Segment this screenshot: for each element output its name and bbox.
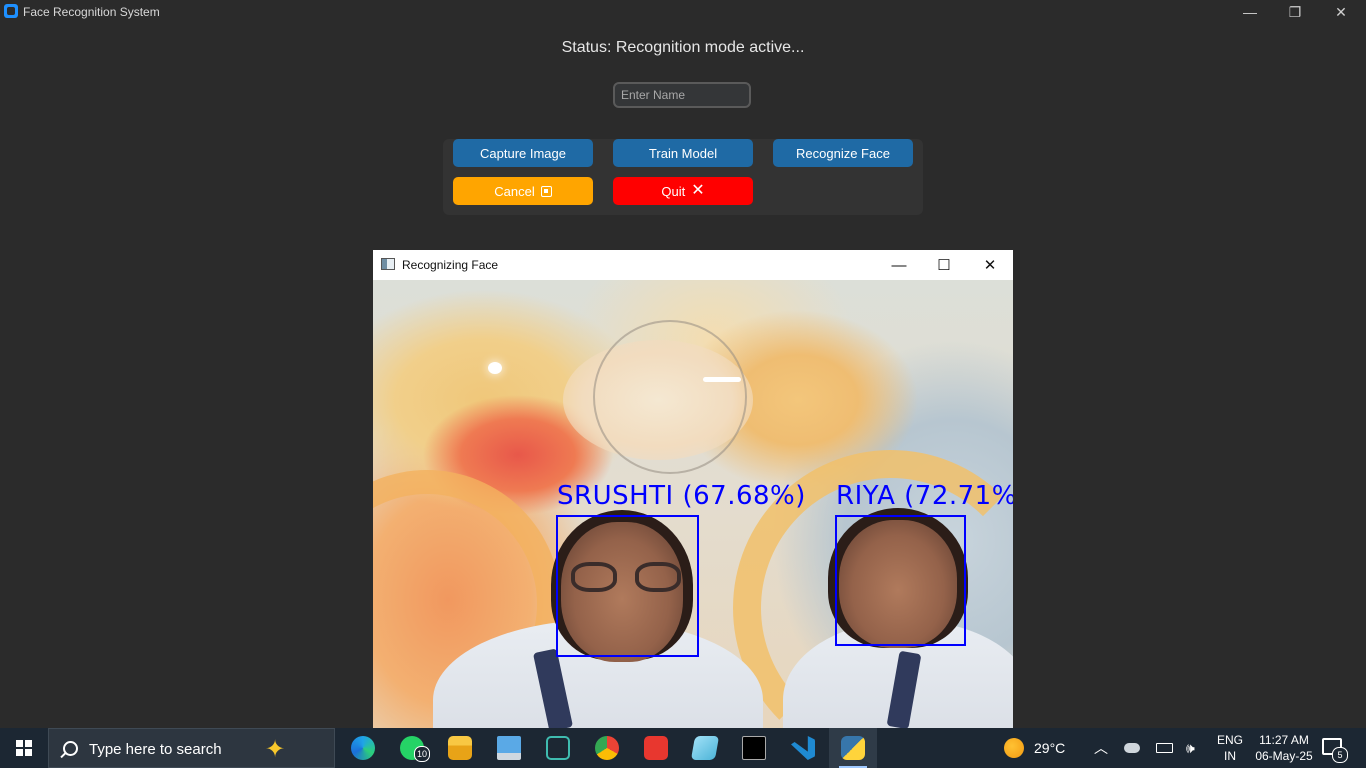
clock-time: 11:27 AM	[1259, 733, 1309, 747]
copilot-sparkle-icon[interactable]: ✦	[265, 735, 285, 764]
stop-icon	[540, 185, 552, 197]
chrome-icon[interactable]	[583, 728, 631, 768]
recognize-face-button[interactable]: Recognize Face	[773, 139, 913, 167]
language-indicator[interactable]: ENG IN	[1212, 732, 1248, 764]
notification-badge: 5	[1332, 747, 1348, 763]
windows-logo-icon	[16, 740, 32, 756]
app-title: Face Recognition System	[23, 5, 160, 19]
minimize-button[interactable]: —	[1227, 0, 1273, 24]
recognize-face-label: Recognize Face	[796, 145, 890, 161]
face-box-2	[835, 515, 966, 646]
language-region: IN	[1224, 749, 1236, 763]
laptop-icon[interactable]	[485, 728, 533, 768]
capture-image-label: Capture Image	[480, 145, 566, 161]
start-button[interactable]	[0, 728, 48, 768]
clock-date: 06-May-25	[1255, 749, 1313, 763]
search-icon	[63, 741, 78, 756]
whatsapp-icon[interactable]: 10	[388, 728, 436, 768]
recognition-maximize-button[interactable]: ☐	[921, 250, 967, 280]
taskbar: Type here to search ✦ 10 29°C ︿ 🕪 ENG IN…	[0, 728, 1366, 768]
taskbar-search[interactable]: Type here to search ✦	[48, 728, 335, 768]
recognition-window[interactable]: Recognizing Face — ☐ ✕ SRUSHTI (67.68%) …	[373, 250, 1013, 728]
close-x-icon: ✕	[691, 182, 705, 199]
name-input[interactable]	[613, 82, 751, 108]
ceiling-light	[703, 377, 741, 382]
vscode-icon[interactable]	[779, 728, 827, 768]
capture-image-button[interactable]: Capture Image	[453, 139, 593, 167]
search-placeholder: Type here to search	[89, 741, 222, 758]
volume-icon[interactable]: 🕪	[1186, 728, 1195, 768]
weather-temp: 29°C	[1034, 740, 1066, 756]
close-button[interactable]: ✕	[1318, 0, 1364, 24]
edge-icon[interactable]	[339, 728, 387, 768]
python-icon[interactable]	[829, 728, 877, 768]
weather-widget[interactable]: 29°C	[1004, 728, 1065, 768]
train-model-button[interactable]: Train Model	[613, 139, 753, 167]
battery-icon[interactable]	[1156, 728, 1173, 768]
chevron-up-icon[interactable]: ︿	[1094, 728, 1108, 768]
opencv-window-icon	[381, 258, 395, 270]
wps-office-icon[interactable]	[632, 728, 680, 768]
recognition-window-titlebar[interactable]: Recognizing Face — ☐ ✕	[373, 250, 1013, 280]
button-panel: Capture Image Train Model Recognize Face…	[443, 139, 923, 215]
app-titlebar: Face Recognition System — ❐ ✕	[0, 0, 1366, 24]
status-label: Status: Recognition mode active...	[561, 39, 805, 56]
recognition-close-button[interactable]: ✕	[967, 250, 1013, 280]
restore-button[interactable]: ❐	[1272, 0, 1318, 24]
face-label-2: RIYA (72.71%	[836, 481, 1013, 511]
whatsapp-badge: 10	[414, 746, 430, 762]
cancel-button[interactable]: Cancel	[453, 177, 593, 205]
clock[interactable]: 11:27 AM 06-May-25	[1248, 732, 1320, 764]
terminal-icon[interactable]	[730, 728, 778, 768]
sun-icon	[1004, 738, 1024, 758]
recognition-minimize-button[interactable]: —	[876, 250, 922, 280]
language-code: ENG	[1216, 733, 1243, 747]
onedrive-icon[interactable]	[1124, 728, 1140, 768]
recognition-window-title: Recognizing Face	[402, 258, 499, 272]
notepad-icon[interactable]	[681, 728, 729, 768]
cancel-label: Cancel	[494, 183, 535, 199]
face-box-1	[556, 515, 699, 657]
quit-button[interactable]: Quit ✕	[613, 177, 753, 205]
file-explorer-icon[interactable]	[436, 728, 484, 768]
face-label-1: SRUSHTI (67.68%)	[557, 481, 806, 511]
ceiling-light-spot	[488, 362, 502, 374]
camera-feed: SRUSHTI (67.68%) RIYA (72.71%	[373, 280, 1013, 728]
quit-label: Quit	[661, 183, 686, 199]
train-model-label: Train Model	[648, 145, 718, 161]
app-logo-icon	[4, 4, 18, 18]
vb-studio-icon[interactable]	[534, 728, 582, 768]
wall-mural-ring	[593, 320, 747, 474]
